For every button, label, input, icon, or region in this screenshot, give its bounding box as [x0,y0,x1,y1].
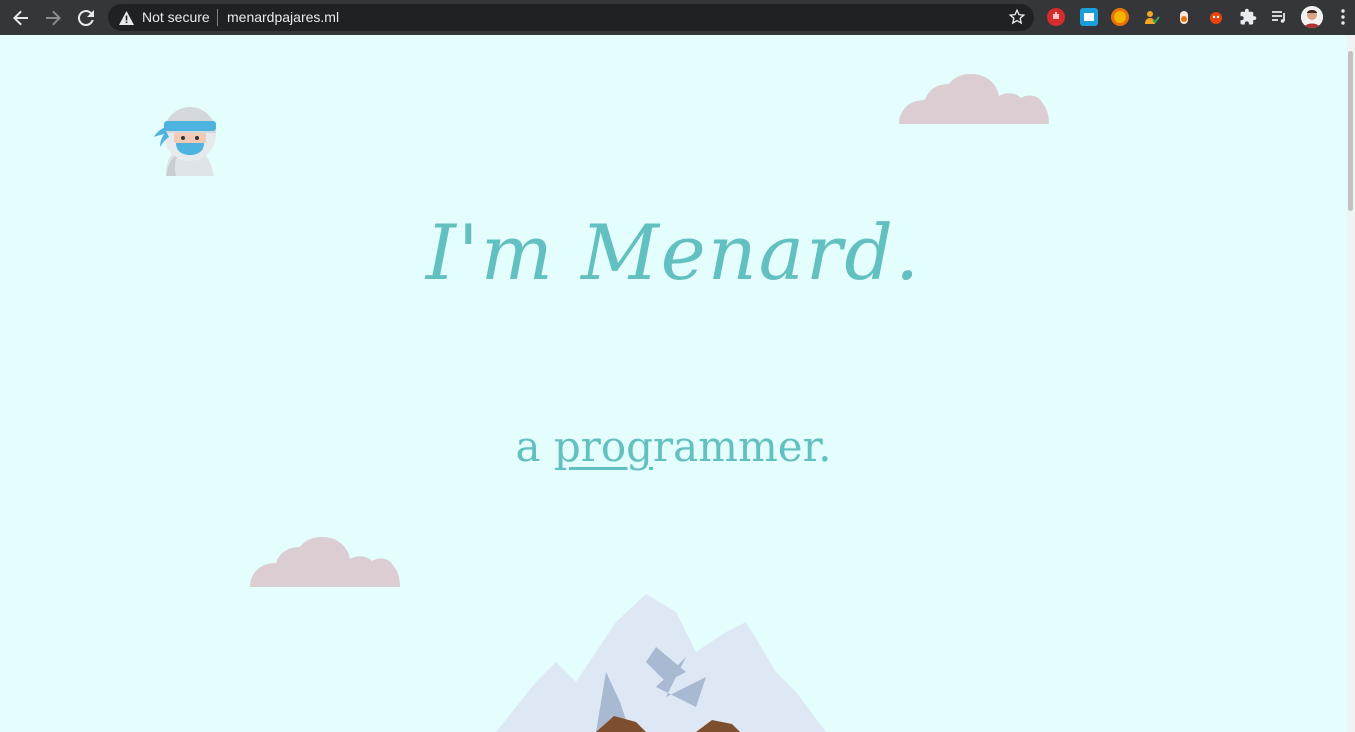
puzzle-icon[interactable] [1239,8,1257,26]
menu-icon[interactable] [1336,8,1350,26]
page-scrollbar[interactable] [1347,35,1355,732]
extension-icon[interactable] [1143,8,1161,26]
extension-icon[interactable] [1207,8,1225,26]
ninja-avatar-icon [152,105,220,181]
hero-heading: I'm Menard. [425,208,922,297]
tagline-underlined-text: prog [553,422,654,471]
hero-tagline: a programmer. [0,422,1347,471]
cloud-decoration [249,537,401,591]
profile-avatar[interactable] [1301,6,1323,28]
tagline-prefix: a [515,422,554,471]
ublock-icon[interactable] [1047,8,1065,26]
security-label[interactable]: Not secure [142,9,210,25]
forward-arrow-icon[interactable] [41,6,65,30]
browser-toolbar: Not secure menardpajares.ml [0,0,1355,35]
reading-list-icon[interactable] [1270,8,1288,26]
warning-icon[interactable] [119,10,134,29]
star-icon[interactable] [1008,8,1026,30]
back-arrow-icon[interactable] [9,6,33,30]
url-text[interactable]: menardpajares.ml [227,9,339,25]
tagline-rest: rammer. [653,422,832,471]
omnibox-divider [217,9,218,26]
reload-icon[interactable] [74,6,98,30]
extension-icon[interactable] [1080,8,1098,26]
extension-icon[interactable] [1175,8,1193,26]
mountain-illustration [496,592,826,732]
scroll-thumb[interactable] [1348,51,1353,211]
extension-icon[interactable] [1111,8,1129,26]
address-bar[interactable]: Not secure menardpajares.ml [108,4,1034,31]
cloud-decoration [899,74,1049,128]
